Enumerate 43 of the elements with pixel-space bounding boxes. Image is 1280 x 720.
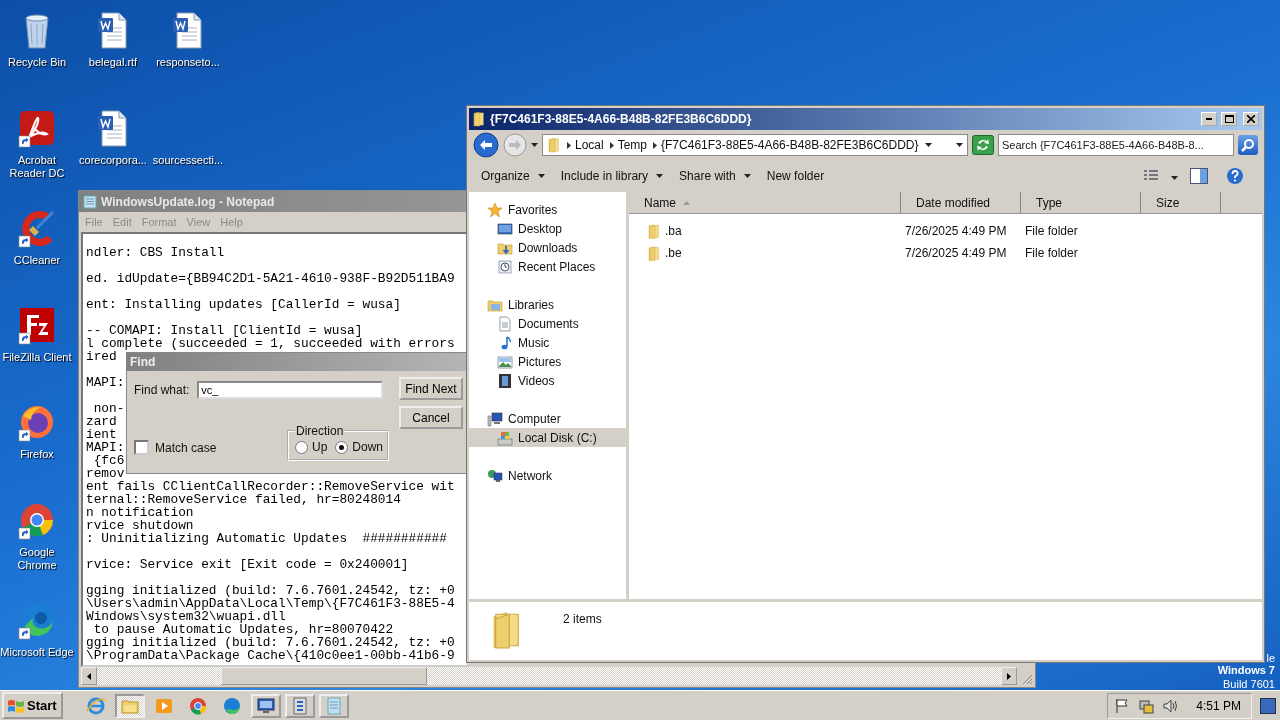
dialog-title: Find: [130, 355, 156, 369]
group-label: Direction: [294, 424, 345, 438]
radio-label: Up: [311, 440, 328, 454]
text-line: -- COMAPI: Install [ClientId = wusa]: [85, 324, 363, 337]
text-line: rvice shutdown: [85, 519, 194, 532]
text-line: ternal::RemoveService failed, hr=80248014: [85, 493, 401, 506]
file-name: .ba: [665, 224, 682, 238]
text-line: MAPI:: [85, 376, 125, 389]
date-cell-text: 7/26/2025 4:49 PM: [904, 246, 1008, 260]
text-line: to pause Automatic Updates, hr=80070422: [93, 623, 394, 636]
date-cell-text: 7/26/2025 4:49 PM: [904, 224, 1008, 238]
text-line: remov: [85, 467, 125, 480]
text-line: \Users\admin\AppData\Local\Temp\{F7C461F3-88E5-4: [85, 597, 455, 610]
text-line: : Uninitializing Automatic Updates ###########: [85, 532, 447, 545]
text-line: {fc6: [92, 454, 125, 467]
text-line: MAPI:: [85, 441, 125, 454]
text-line: ired: [85, 350, 117, 363]
text-line: gging initialized (build: 7.6.7601.24542, tz: +0: [85, 636, 455, 649]
item-count: 2 items: [563, 612, 602, 626]
os-version-text: Build 7601: [1223, 678, 1275, 690]
text-line: rvice: Service exit [Exit code = 0x240001]: [85, 558, 409, 571]
os-version-text: Windows 7: [1217, 664, 1275, 676]
text-line: ed. idUpdate={BB94C2D1-5A21-4610-938F-B92D511BA9: [85, 272, 455, 285]
type-cell-text: File folder: [1024, 224, 1079, 238]
text-line: Windows\system32\wuapi.dll: [85, 610, 286, 623]
text-line: n notification: [85, 506, 194, 519]
text-line: ient: [85, 428, 117, 441]
text-line: ndler: CBS Install: [85, 246, 225, 259]
text-line: ent fails CClientCallRecorder::RemoveService wit: [85, 480, 455, 493]
field-label: Find what:: [134, 383, 190, 397]
text-line: non-: [92, 402, 125, 415]
text-line: l complete (succeeded = 1, succeeded with errors: [85, 337, 455, 350]
radio-label: Down: [352, 440, 383, 454]
text-line: ent: Installing updates [CallerId = wusa]: [85, 298, 401, 311]
type-cell-text: File folder: [1024, 246, 1079, 260]
file-name: .be: [665, 246, 682, 260]
window-title: WindowsUpdate.log - Notepad: [101, 194, 275, 209]
window-title: {F7C461F3-88E5-4A66-B48B-82FE3B6C6DDD}: [490, 112, 753, 126]
text-line: gging initialized (build: 7.6.7601.24542, tz: +0: [85, 584, 455, 597]
text-line: \ProgramData\Package Cache\{410c0ee1-00bb-41b6-9: [85, 649, 455, 662]
os-version-text: le: [1266, 652, 1275, 664]
text-line: zard: [85, 415, 117, 428]
checkbox-label: Match case: [155, 440, 217, 455]
